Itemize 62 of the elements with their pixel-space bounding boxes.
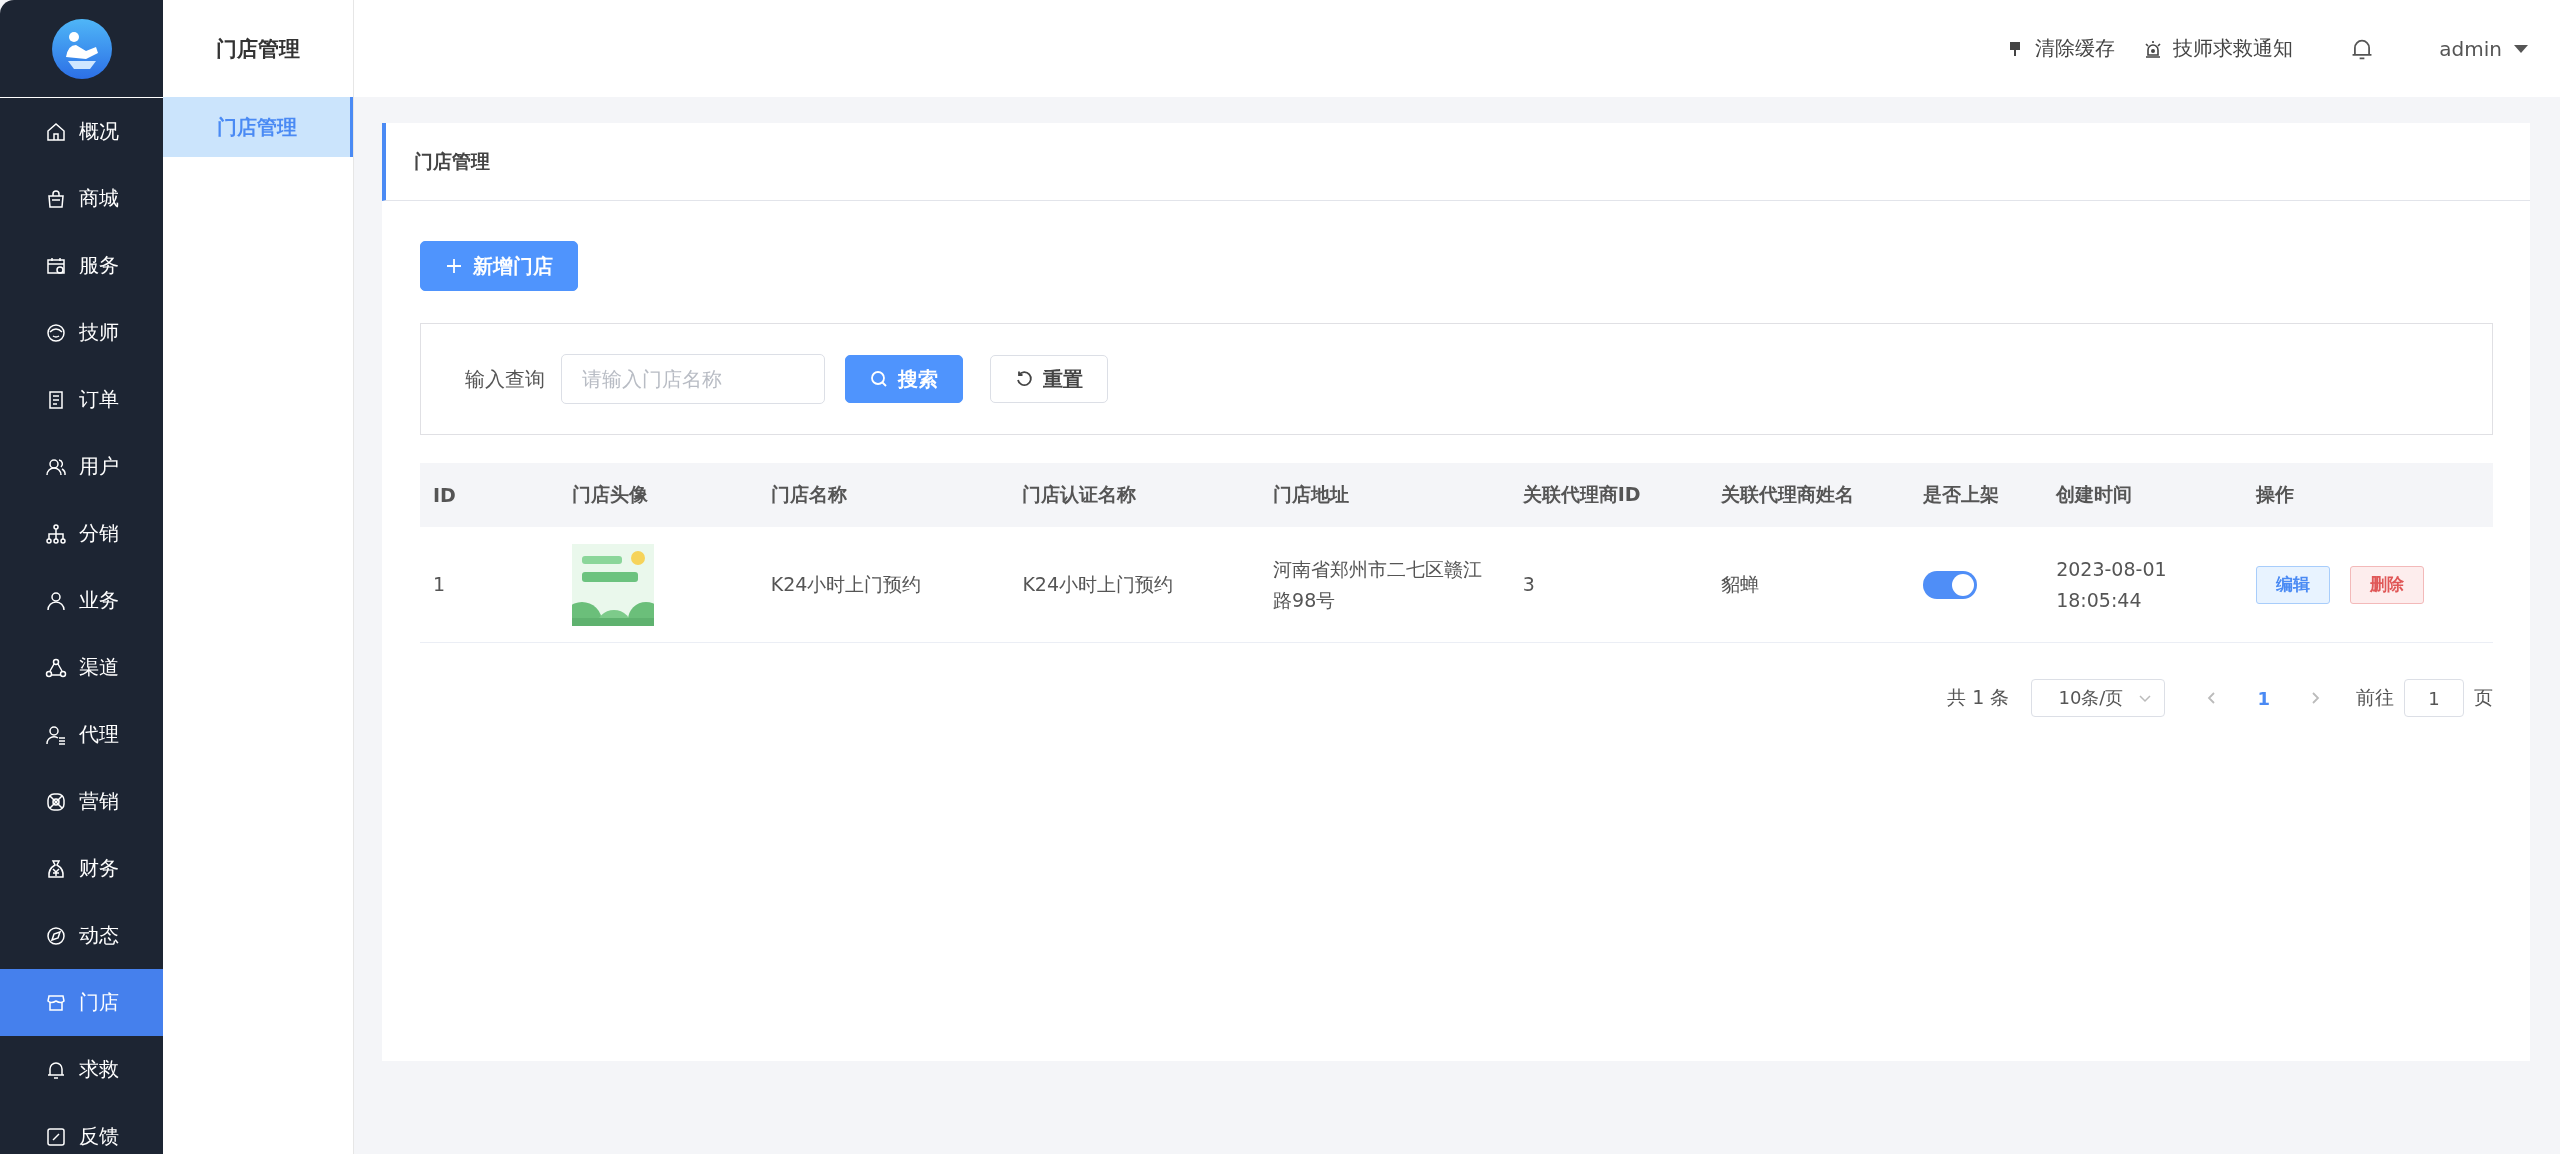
sidebar-item[interactable]: 反馈	[0, 1103, 163, 1154]
orbit-icon	[44, 790, 67, 813]
search-field[interactable]: 请输入门店名称	[561, 354, 825, 404]
sidebar-item[interactable]: 业务	[0, 567, 163, 634]
page-size-select[interactable]: 10条/页	[2031, 679, 2166, 717]
sidebar-item[interactable]: 动态	[0, 902, 163, 969]
network-icon	[44, 656, 67, 679]
sidebar-item[interactable]: 商城	[0, 165, 163, 232]
filter-label: 输入查询	[465, 365, 545, 393]
sidebar-item[interactable]: 概况	[0, 98, 163, 165]
total-count: 共 1 条	[1947, 685, 2010, 710]
user-list-icon	[44, 723, 67, 746]
caret-icon	[2514, 43, 2528, 54]
page-suffix: 页	[2474, 685, 2493, 710]
sidebar-item[interactable]: 渠道	[0, 634, 163, 701]
table-cell: K24小时上门预约	[1009, 527, 1261, 643]
toolbar-action[interactable]: 清除缓存	[2005, 35, 2116, 62]
toolbar-action[interactable]: 技师求救通知	[2143, 35, 2294, 62]
sidebar-item[interactable]: 服务	[0, 232, 163, 299]
column-header: 是否上架	[1910, 463, 2044, 527]
column-header: 关联代理商ID	[1509, 463, 1709, 527]
home-icon	[44, 120, 67, 143]
plus-icon	[445, 257, 463, 275]
sidebar-item[interactable]: 订单	[0, 366, 163, 433]
sidebar-item[interactable]: 求救	[0, 1036, 163, 1103]
sidebar-item[interactable]: 用户	[0, 433, 163, 500]
sidebar-item[interactable]: 技师	[0, 299, 163, 366]
card-title: 门店管理	[414, 148, 490, 174]
table-cell: K24小时上门预约	[757, 527, 1010, 643]
column-header: 门店地址	[1260, 463, 1510, 527]
table-cell: 貂蝉	[1708, 527, 1911, 643]
column-header: 门店认证名称	[1009, 463, 1261, 527]
sidebar-item[interactable]: 营销	[0, 768, 163, 835]
goto-label: 前往	[2356, 685, 2394, 710]
compass-icon	[44, 924, 67, 947]
column-header: 关联代理商姓名	[1708, 463, 1911, 527]
logo-icon	[51, 18, 112, 79]
sidebar-item[interactable]: 门店	[0, 969, 163, 1036]
submenu-title: 门店管理	[216, 35, 300, 63]
table-cell: 2023-08-01 18:05:44	[2043, 527, 2243, 643]
user-menu[interactable]: admin	[2433, 35, 2534, 62]
sidebar-item[interactable]: 财务	[0, 835, 163, 902]
sidebar-item[interactable]: 分销	[0, 500, 163, 567]
column-header: 门店头像	[558, 463, 758, 527]
refresh-icon	[1015, 370, 1033, 388]
table-cell: 3	[1509, 527, 1709, 643]
face-icon	[44, 321, 67, 344]
siren-icon	[2143, 38, 2164, 59]
user-icon	[44, 589, 67, 612]
column-header: 创建时间	[2043, 463, 2243, 527]
sidebar-item[interactable]: 代理	[0, 701, 163, 768]
column-header: 操作	[2243, 463, 2493, 527]
search-icon	[870, 370, 888, 388]
column-header: 门店名称	[757, 463, 1010, 527]
table-cell: 河南省郑州市二七区赣江路98号	[1260, 527, 1510, 643]
edit-icon	[44, 1125, 67, 1148]
toggle-switch[interactable]	[1923, 570, 1978, 599]
column-header: ID	[420, 463, 559, 527]
goto-page-field[interactable]: 1	[2404, 679, 2464, 717]
reset-button[interactable]: 重置	[990, 355, 1108, 403]
table-cell: 1	[420, 527, 559, 643]
hierarchy-icon	[44, 522, 67, 545]
